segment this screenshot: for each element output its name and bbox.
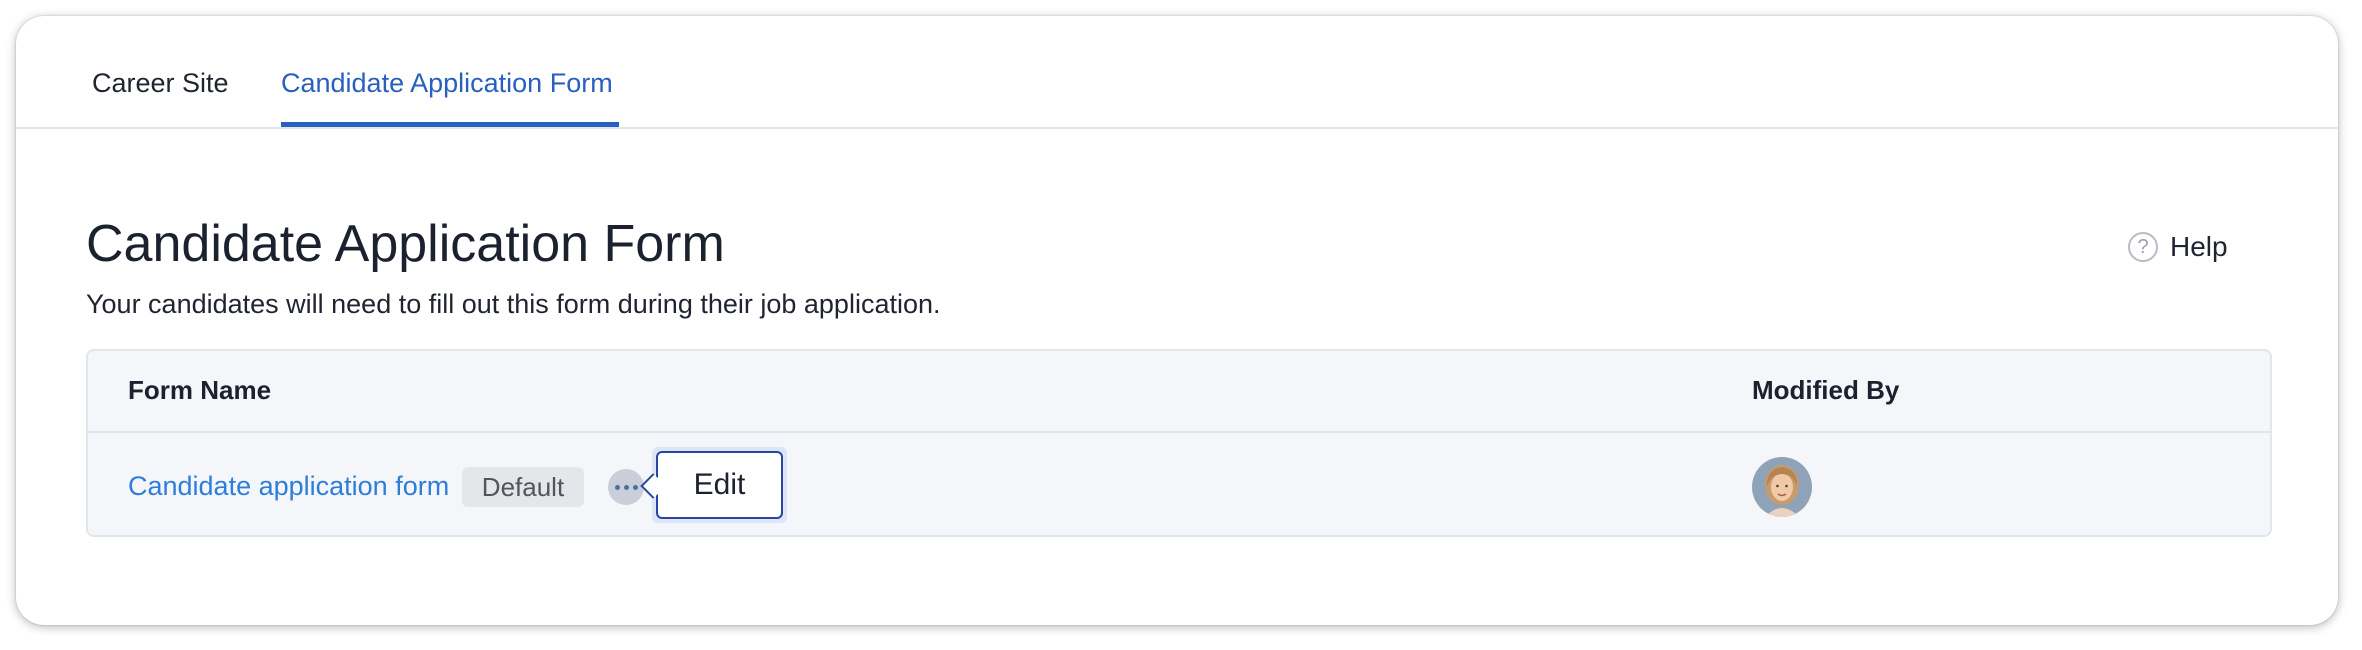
help-label: Help bbox=[2170, 231, 2228, 262]
tab-bar: Career Site Candidate Application Form bbox=[16, 16, 2338, 129]
column-header-modified-by[interactable]: Modified By bbox=[1752, 375, 1899, 406]
settings-card: Career Site Candidate Application Form C… bbox=[16, 16, 2338, 625]
question-circle-icon: ? bbox=[2128, 232, 2158, 262]
edit-tooltip: Edit bbox=[652, 447, 787, 523]
form-name-link[interactable]: Candidate application form bbox=[128, 471, 449, 502]
avatar-photo bbox=[1752, 457, 1812, 517]
tab-candidate-application-form[interactable]: Candidate Application Form bbox=[281, 68, 613, 99]
edit-button[interactable]: Edit bbox=[656, 451, 783, 519]
table-row: Candidate application form Default Edit bbox=[88, 433, 2270, 535]
help-button[interactable]: ? Help bbox=[2128, 229, 2228, 265]
column-header-form-name[interactable]: Form Name bbox=[128, 375, 271, 406]
user-avatar[interactable] bbox=[1752, 457, 1812, 517]
page-description: Your candidates will need to fill out th… bbox=[86, 289, 941, 319]
table-header: Form Name Modified By bbox=[88, 351, 2270, 433]
default-badge: Default bbox=[462, 467, 584, 507]
page-title: Candidate Application Form bbox=[86, 215, 725, 273]
forms-table: Form Name Modified By Candidate applicat… bbox=[86, 349, 2272, 537]
more-horizontal-icon[interactable] bbox=[608, 469, 644, 505]
tab-career-site[interactable]: Career Site bbox=[92, 68, 229, 99]
active-tab-indicator bbox=[281, 122, 619, 127]
